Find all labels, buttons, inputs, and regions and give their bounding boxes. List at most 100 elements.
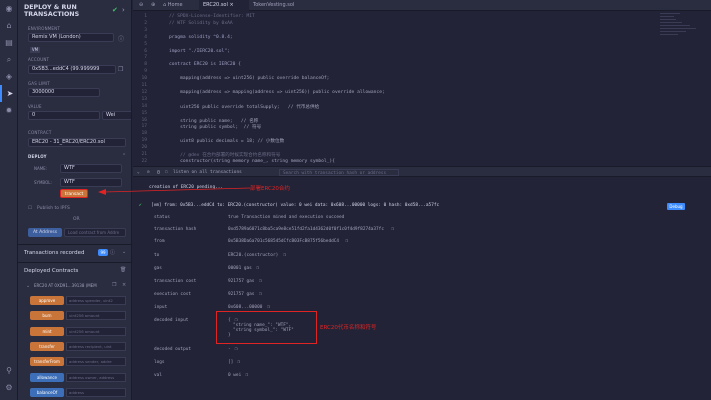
code-line: contract ERC20 is IERC20 { [169,62,241,68]
copy-icon[interactable]: ❐ [246,373,249,378]
tx-field-value[interactable]: 0x608...00000 [228,305,262,310]
copy-icon[interactable]: ❐ [283,253,286,258]
tx-field-key: val [154,373,162,378]
tx-field-value[interactable]: 00001 gas [228,266,252,271]
tx-field-value[interactable]: 921757 gas [228,279,254,284]
terminal-search-input[interactable]: Search with transaction hash or address [279,169,399,176]
function-args-input[interactable]: address spender, uint2 [66,296,126,305]
tx-field-value[interactable]: 0xd5789a6071c8ba5ca9e8ce51fd2fa1d4362d0f… [228,227,384,232]
transact-button[interactable]: transact [60,189,88,198]
collapse-terminal-icon[interactable]: ⌄ [137,170,140,175]
transactions-recorded-label[interactable]: Transactions recorded [24,250,85,256]
tab-token-vesting[interactable]: TokenVesting.sol [249,0,319,11]
chevron-down-icon[interactable]: ⌄ [122,249,126,255]
settings-icon[interactable]: ⚙ [0,379,18,396]
copy-icon[interactable]: ❐ [267,305,270,310]
deployed-contract-item[interactable]: ERC20 AT 0XD91...39138 (MEM [34,283,97,288]
contract-select[interactable]: ERC20 - 31_ERC20/ERC20.sol [28,138,126,147]
plugin-manager-icon[interactable]: ⚲ [0,362,18,379]
tx-field-key: execution cost [154,292,192,297]
tx-field-value[interactable]: 0 wei [228,373,241,378]
value-input[interactable]: 0 [28,111,100,120]
info-icon[interactable]: ⓘ [118,34,124,43]
debugger-icon[interactable]: ✹ [0,102,18,119]
clear-icon[interactable]: ⊘ [147,170,150,175]
line-number: 16 [141,117,147,123]
copy-icon[interactable]: ❐ [237,360,240,365]
copy-icon[interactable]: ❐ [256,266,259,271]
copy-icon[interactable]: ❐ [391,227,394,232]
search-icon[interactable]: ⌕ [0,51,18,68]
tx-summary[interactable]: [vm] from: 0x5B3...eddC4 to: ERC20.(cons… [151,203,439,208]
function-button[interactable]: allowance [30,372,64,382]
tx-field-key: to [154,253,160,258]
function-button[interactable]: transfer [30,341,64,351]
function-args-input[interactable]: address sender, addre [66,357,126,367]
copy-icon[interactable]: ❐ [345,239,348,244]
tx-field-key: decoded input [154,318,189,323]
files-icon[interactable]: ▤ [0,34,18,51]
trash-icon[interactable]: 🗑 [120,267,126,273]
compiler-icon[interactable]: ◈ [0,68,18,85]
record-info-icon[interactable]: ⓘ [110,249,115,256]
collapse-icon[interactable]: ⌃ [122,153,126,159]
tx-field-value[interactable]: 921757 gas [228,292,254,297]
home-tab-icon: ⌂ [163,2,167,8]
tx-field-value[interactable]: 0x5B38Da6a701c568545dCfcB03FcB875f56bedd… [228,239,339,244]
copy-icon[interactable]: ❐ [259,292,262,297]
debug-button[interactable]: Debug [667,203,685,210]
chevron-down-icon[interactable]: ⌄ [26,283,30,289]
function-button[interactable]: burn [30,311,64,321]
function-button[interactable]: mint [30,326,64,336]
value-unit-select[interactable]: Wei [102,111,131,120]
environment-select[interactable]: Remix VM (London) [28,33,114,42]
annotation-arrow [98,187,251,195]
deploy-icon[interactable]: ➤ [0,85,18,102]
function-button[interactable]: balanceOf [30,387,64,397]
zoom-in-icon[interactable]: ⊕ [147,0,159,11]
tx-field-key: gas [154,266,162,271]
name-input[interactable]: WTF [60,164,122,173]
tab-erc20[interactable]: ERC20.sol × [199,0,249,11]
tab-label: ERC20.sol [203,2,228,8]
function-args-input[interactable]: address recipient, uint [66,341,126,351]
listen-checkbox[interactable]: ☐ [165,170,168,175]
copy-icon[interactable]: ❐ [112,282,116,288]
tx-field-value[interactable]: [] [228,360,233,365]
terminal-toolbar: ⌄ ⊘ 0 ☐ listen on all transactions Searc… [133,166,711,177]
args-annotation: ERC20代币名称和符号 [320,325,377,331]
remix-logo-icon[interactable]: ◉ [0,0,18,17]
at-address-button[interactable]: At Address [28,228,62,237]
function-args-input[interactable]: address owner, address [66,372,126,382]
chevron-icon[interactable]: › [122,6,125,14]
gas-limit-input[interactable]: 3000000 [28,88,100,97]
line-number: 7 [144,55,147,61]
tx-field-value[interactable]: - [228,347,231,352]
divider [18,262,131,263]
close-icon[interactable]: × [122,282,126,288]
function-args-input[interactable]: address [66,387,126,397]
publish-ipfs-checkbox[interactable]: ☐ [28,206,32,211]
code-editor[interactable]: 1 // SPDX-License-Identifier: MIT 2 // WTF … [133,11,693,166]
tx-field-value[interactable]: ERC20.(constructor) [228,253,278,258]
tx-field-key: logs [154,360,165,365]
tab-home[interactable]: ⌂ Home [159,0,199,11]
home-icon[interactable]: ⌂ [0,17,18,34]
zoom-out-icon[interactable]: ⊖ [135,0,147,11]
minimap[interactable] [660,11,700,71]
copy-icon[interactable]: ❐ [259,279,262,284]
function-row: burn uint256 amount [30,311,130,321]
close-icon[interactable]: × [229,2,233,8]
tx-field-key: transaction cost [154,279,197,284]
function-button[interactable]: approve [30,296,64,305]
load-contract-input[interactable]: Load contract from Addre [64,228,126,237]
copy-icon[interactable]: ❐ [235,347,238,352]
account-select[interactable]: 0x5B3...eddC4 (99.999999 [28,65,116,74]
function-args-input[interactable]: uint256 amount [66,326,126,336]
line-number: 14 [141,103,147,109]
line-number: 20 [141,145,147,151]
tx-field-value[interactable]: true Transaction mined and execution suc… [228,215,344,220]
copy-account-icon[interactable]: ❐ [118,66,123,73]
function-button[interactable]: transferFrom [30,357,64,367]
function-args-input[interactable]: uint256 amount [66,311,126,321]
